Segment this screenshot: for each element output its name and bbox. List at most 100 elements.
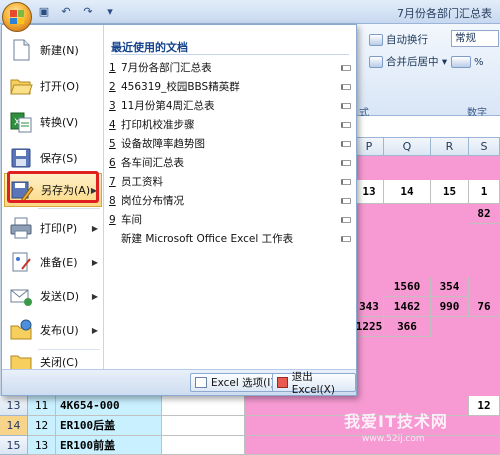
pin-icon[interactable] [341,140,351,147]
ribbon: 自动换行 常规 合并后居中 ▾ % 式 数字 [355,24,500,119]
pin-icon[interactable] [341,178,351,185]
recent-item[interactable]: 新建 Microsoft Office Excel 工作表 [109,229,351,248]
pin-icon[interactable] [341,197,351,204]
column-header-s[interactable]: S [469,138,500,156]
menu-item-label: 发送(D) [40,290,80,303]
recent-item-number: 1 [109,61,116,74]
recent-item-number: 2 [109,80,116,93]
menu-item-send[interactable]: 发送(D) ▶ [4,279,102,313]
merge-center-label: 合并后居中 ▾ [386,56,448,68]
cell-p-header[interactable]: 13 [355,180,384,204]
menu-item-label: 准备(E) [40,256,78,269]
recent-item-number: 8 [109,194,116,207]
menu-item-save[interactable]: 保存(S) [4,141,102,175]
cell-empty-14[interactable] [162,416,245,436]
cell-seq-15[interactable]: 13 [28,436,56,455]
pin-icon[interactable] [341,64,351,71]
row-header-14[interactable]: 14 [0,416,28,436]
recent-item[interactable]: 5 设备故障率趋势图 [109,134,351,153]
cell-part-15[interactable]: ER100前盖 [56,436,162,455]
title-bar: ▣ ↶ ↷ ▾ 7月份各部门汇总表 [0,0,500,24]
menu-item-convert[interactable]: X 转换(V) [4,105,102,139]
recent-item-name: 新建 Microsoft Office Excel 工作表 [121,233,294,245]
recent-item[interactable]: 6 各车间汇总表 [109,153,351,172]
cell-q-r4[interactable]: 1560 [384,277,431,297]
menu-item-label: 转换(V) [40,116,79,129]
cell-seq-14[interactable]: 12 [28,416,56,436]
cell-seq-13[interactable]: 11 [28,396,56,416]
cell-q-r6[interactable]: 366 [384,317,431,337]
cell-part-13[interactable]: 4K654-000 [56,396,162,416]
menu-item-print[interactable]: 打印(P) ▶ [4,211,102,245]
cell-s-r5[interactable]: 76 [469,297,500,317]
cell-s-header[interactable]: 1 [469,180,500,204]
wrap-text-icon [369,33,383,46]
recent-item[interactable]: 8 岗位分布情况 [109,191,351,210]
excel-options-button[interactable]: Excel 选项(I) [190,373,280,392]
cell-p-r5[interactable]: 343 [355,297,384,317]
recent-item-number: 7 [109,175,116,188]
cell-q-header[interactable]: 14 [384,180,431,204]
pin-icon[interactable] [341,102,351,109]
row-header-15[interactable]: 15 [0,436,28,455]
recent-item[interactable]: 1 7月份各部门汇总表 [109,58,351,77]
merge-center-button[interactable]: 合并后居中 ▾ [369,54,447,69]
convert-icon: X [10,112,32,133]
menu-item-label: 发布(U) [40,324,79,337]
printer-icon [10,217,32,239]
pin-icon[interactable] [341,159,351,166]
formula-bar[interactable] [355,116,500,138]
save-quick-icon[interactable]: ▣ [36,4,52,19]
row-header-13[interactable]: 13 [0,396,28,416]
folder-open-icon [10,79,33,95]
pin-icon[interactable] [341,121,351,128]
recent-item[interactable]: 9 车间 [109,210,351,229]
recent-item[interactable]: 2 456319_校园BBS精英群 [109,77,351,96]
recent-item-number: 9 [109,213,116,226]
window-title: 7月份各部门汇总表 [397,7,492,20]
column-header-q[interactable]: Q [384,138,431,156]
menu-item-publish[interactable]: 发布(U) ▶ [4,313,102,347]
number-format-buttons[interactable]: % [451,56,484,68]
save-disk-icon [11,148,31,168]
wrap-text-button[interactable]: 自动换行 [369,32,428,47]
submenu-arrow-icon: ▶ [91,325,98,335]
exit-excel-button[interactable]: 退出 Excel(X) [272,371,356,396]
redo-icon[interactable]: ↷ [80,4,96,19]
menu-separator [38,208,100,209]
cell-empty-15[interactable] [162,436,245,455]
cell-p-r6[interactable]: 1225 [355,317,384,337]
recent-item-name: 各车间汇总表 [121,157,184,169]
number-format-select[interactable]: 常规 [451,30,499,47]
office-button[interactable] [2,2,32,32]
cell-part-14[interactable]: ER100后盖 [56,416,162,436]
cell-q-r5[interactable]: 1462 [384,297,431,317]
menu-item-label: 关闭(C) [40,356,79,369]
quick-access-toolbar: ▣ ↶ ↷ ▾ [36,4,118,19]
recent-item[interactable]: 3 11月份第4周汇总表 [109,96,351,115]
undo-icon[interactable]: ↶ [58,4,74,19]
recent-item[interactable]: 7 员工资料 [109,172,351,191]
menu-footer: Excel 选项(I) 退出 Excel(X) [2,369,356,396]
pin-icon[interactable] [341,216,351,223]
cell-empty-13[interactable] [162,396,245,416]
pin-icon[interactable] [341,83,351,90]
cell-r-header[interactable]: 15 [431,180,469,204]
wrap-text-label: 自动换行 [386,34,428,46]
cell-r-r5[interactable]: 990 [431,297,469,317]
menu-item-open[interactable]: 打开(O) [4,69,102,103]
menu-item-prepare[interactable]: 准备(E) ▶ [4,245,102,279]
recent-item[interactable]: 4 打印机校准步骤 [109,115,351,134]
menu-item-label: 打印(P) [40,222,78,235]
customize-qat-icon[interactable]: ▾ [102,4,118,19]
site-watermark: 我爱IT技术网 www.52ij.com [322,398,500,455]
recent-item-name: 11月份第4周汇总表 [121,100,215,112]
column-header-r[interactable]: R [431,138,469,156]
send-icon [10,289,32,306]
pin-icon[interactable] [341,235,351,242]
cell-r-r4[interactable]: 354 [431,277,469,297]
recent-item-name: 员工资料 [121,176,163,188]
menu-item-new[interactable]: 新建(N) [4,33,102,67]
cell-s-r2[interactable]: 82 [469,204,500,224]
column-header-p[interactable]: P [355,138,384,156]
